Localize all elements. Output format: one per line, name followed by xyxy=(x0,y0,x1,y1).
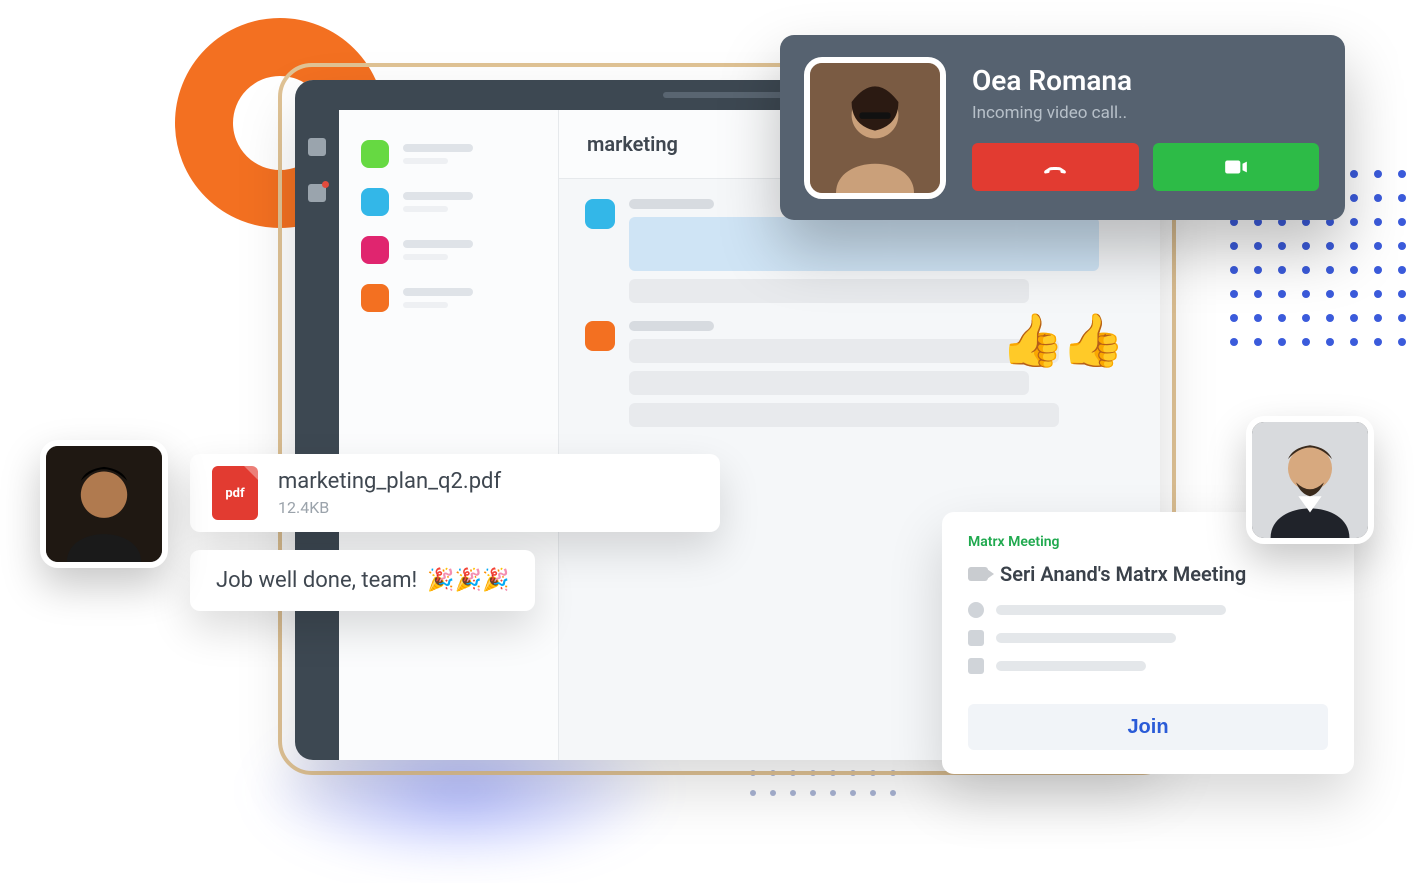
message-avatar xyxy=(585,199,615,229)
message-card: Job well done, team! 🎉🎉🎉 xyxy=(190,550,535,611)
titlebar-handle xyxy=(663,92,793,98)
rail-messages-icon[interactable] xyxy=(308,184,326,202)
channel-swatch xyxy=(361,284,389,312)
message-content-block xyxy=(629,371,1029,395)
call-subtitle: Incoming video call.. xyxy=(972,103,1319,123)
message-content-block xyxy=(629,403,1059,427)
sidebar-item[interactable] xyxy=(339,130,558,178)
avatar-illustration xyxy=(810,63,940,193)
rail-menu-icon[interactable] xyxy=(308,138,326,156)
thumbs-up-reaction: 👍👍 xyxy=(1000,310,1122,371)
channel-preview xyxy=(403,240,536,260)
sidebar-item[interactable] xyxy=(339,226,558,274)
list-icon xyxy=(968,630,984,646)
meeting-detail-placeholder xyxy=(996,605,1226,615)
avatar-illustration xyxy=(1252,422,1368,538)
channel-swatch xyxy=(361,236,389,264)
list-icon xyxy=(968,658,984,674)
sender-placeholder xyxy=(629,199,714,209)
avatar-illustration xyxy=(46,446,162,562)
message-avatar xyxy=(585,321,615,351)
attachment-card[interactable]: pdf marketing_plan_q2.pdf 12.4KB xyxy=(190,454,720,532)
attachment-size: 12.4KB xyxy=(278,498,501,517)
join-meeting-button[interactable]: Join xyxy=(968,704,1328,750)
caller-name: Oea Romana xyxy=(972,64,1319,97)
sidebar-item[interactable] xyxy=(339,274,558,322)
nav-rail xyxy=(295,110,339,760)
channel-preview xyxy=(403,192,536,212)
sidebar-item[interactable] xyxy=(339,178,558,226)
decline-call-button[interactable] xyxy=(972,143,1139,191)
video-icon xyxy=(968,567,988,581)
channel-swatch xyxy=(361,188,389,216)
caller-avatar xyxy=(804,57,946,199)
message-text: Job well done, team! xyxy=(216,568,417,593)
attachment-filename: marketing_plan_q2.pdf xyxy=(278,469,501,494)
avatar-card-right xyxy=(1246,416,1374,544)
message-content-block xyxy=(629,279,1029,303)
channel-swatch xyxy=(361,140,389,168)
video-camera-icon xyxy=(1223,154,1249,180)
message-content-block xyxy=(629,339,1059,363)
meeting-detail-placeholder xyxy=(996,661,1146,671)
meeting-detail-placeholder xyxy=(996,633,1176,643)
info-icon xyxy=(968,602,984,618)
party-popper-emoji: 🎉🎉🎉 xyxy=(427,568,509,593)
channel-sidebar xyxy=(339,110,559,760)
channel-preview xyxy=(403,288,536,308)
meeting-invite-card: Matrx Meeting Seri Anand's Matrx Meeting… xyxy=(942,512,1354,774)
channel-preview xyxy=(403,144,536,164)
accept-video-call-button[interactable] xyxy=(1153,143,1320,191)
message-content-block xyxy=(629,217,1099,271)
meeting-title: Seri Anand's Matrx Meeting xyxy=(1000,562,1246,586)
avatar-card-left xyxy=(40,440,168,568)
incoming-call-popover: Oea Romana Incoming video call.. xyxy=(780,35,1345,220)
phone-hangup-icon xyxy=(1042,154,1068,180)
pdf-icon: pdf xyxy=(212,466,258,520)
sender-placeholder xyxy=(629,321,714,331)
